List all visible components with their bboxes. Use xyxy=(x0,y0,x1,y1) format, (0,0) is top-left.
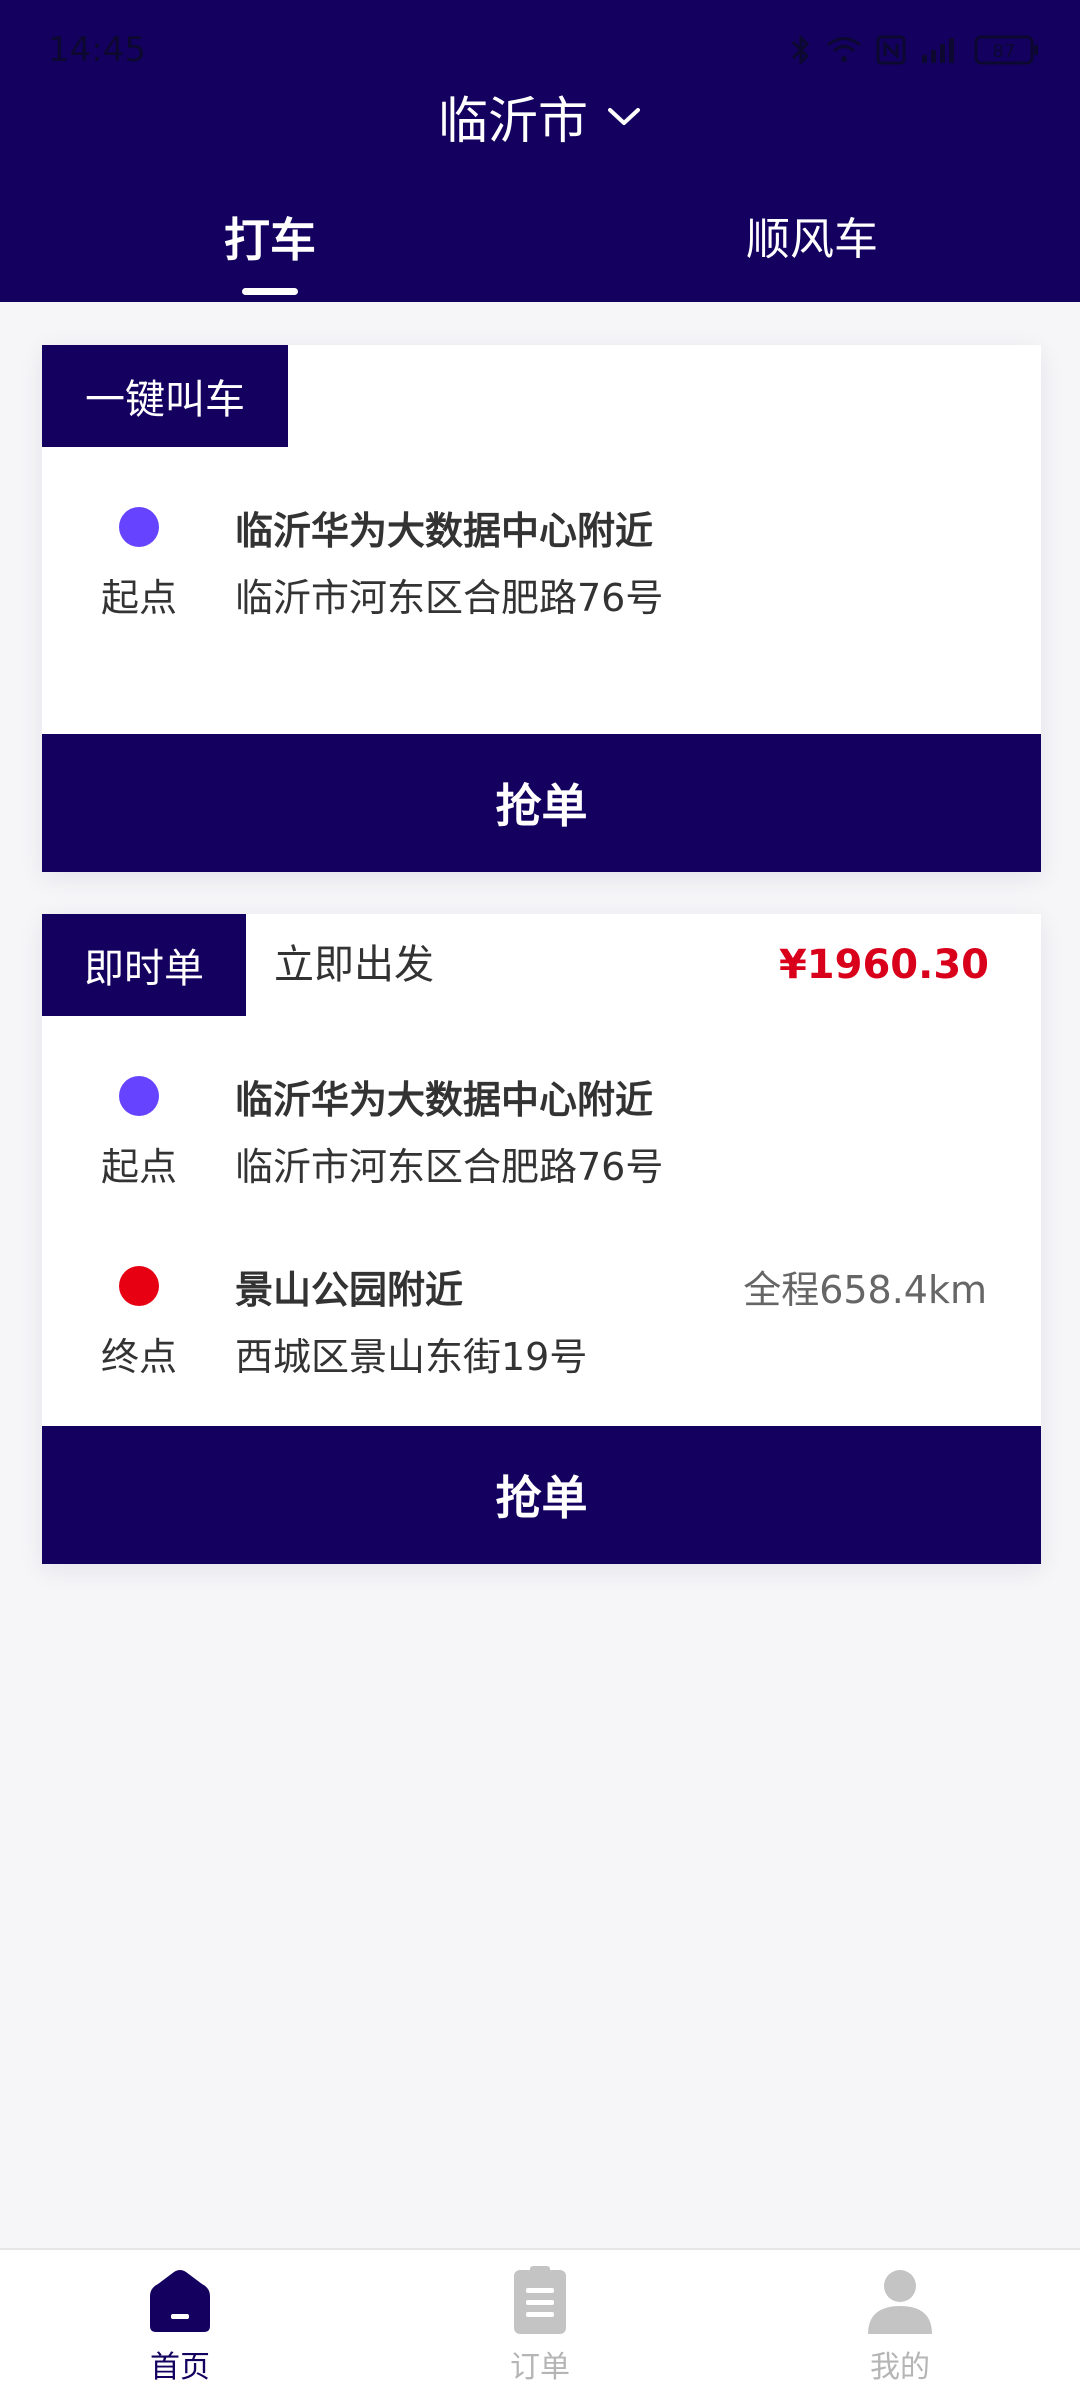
signal-icon xyxy=(922,38,954,63)
end-label: 终点 xyxy=(100,1335,177,1379)
city-name: 临沂市 xyxy=(438,92,588,150)
start-label: 起点 xyxy=(100,576,177,620)
app-header: 14:45 87 临沂市 打车 顺风车 xyxy=(0,0,1080,302)
nav-mine[interactable]: 我的 xyxy=(800,2264,1000,2394)
wifi-icon xyxy=(827,37,861,62)
nav-home-label: 首页 xyxy=(150,2350,210,2385)
user-icon xyxy=(868,2270,932,2334)
grab-order-button[interactable]: 抢单 xyxy=(42,1426,1041,1564)
city-selector[interactable]: 临沂市 xyxy=(0,82,1080,152)
status-icons: 87 xyxy=(790,30,1040,70)
order-price: ¥1960.30 xyxy=(778,942,989,988)
svg-text:87: 87 xyxy=(993,41,1016,62)
nav-orders-label: 订单 xyxy=(510,2350,570,2385)
clipboard-icon xyxy=(514,2266,566,2334)
bluetooth-icon xyxy=(791,34,810,66)
battery-icon: 87 xyxy=(974,35,1038,65)
home-icon xyxy=(150,2270,210,2332)
active-tab-indicator xyxy=(242,288,298,295)
start-place: 临沂华为大数据中心附近 xyxy=(235,1078,654,1122)
order-card-instant: 即时单 立即出发 ¥1960.30 起点 临沂华为大数据中心附近 临沂市河东区合… xyxy=(42,914,1041,1564)
end-place: 景山公园附近 xyxy=(235,1268,464,1312)
end-address: 西城区景山东街19号 xyxy=(235,1335,588,1379)
end-dot-icon xyxy=(119,1266,159,1306)
order-type-tag: 即时单 xyxy=(42,914,246,1016)
tab-taxi[interactable]: 打车 xyxy=(170,200,370,280)
order-card-quick: 一键叫车 起点 临沂华为大数据中心附近 临沂市河东区合肥路76号 抢单 xyxy=(42,345,1041,872)
start-place: 临沂华为大数据中心附近 xyxy=(235,509,654,553)
start-dot-icon xyxy=(119,507,159,547)
tab-carpool[interactable]: 顺风车 xyxy=(712,200,912,280)
start-address: 临沂市河东区合肥路76号 xyxy=(235,576,664,620)
nav-orders[interactable]: 订单 xyxy=(440,2264,640,2394)
nav-mine-label: 我的 xyxy=(870,2350,930,2385)
nfc-icon xyxy=(876,35,906,65)
status-time: 14:45 xyxy=(48,30,146,70)
bottom-nav: 首页 订单 我的 xyxy=(0,2248,1080,2400)
nav-home[interactable]: 首页 xyxy=(80,2264,280,2394)
order-type-tag: 一键叫车 xyxy=(42,345,288,447)
start-dot-icon xyxy=(119,1076,159,1116)
start-address: 临沂市河东区合肥路76号 xyxy=(235,1145,664,1189)
departure-time: 立即出发 xyxy=(274,942,434,988)
trip-distance: 全程658.4km xyxy=(743,1268,987,1312)
start-label: 起点 xyxy=(100,1145,177,1189)
grab-order-button[interactable]: 抢单 xyxy=(42,734,1041,872)
chevron-down-icon xyxy=(608,108,640,125)
